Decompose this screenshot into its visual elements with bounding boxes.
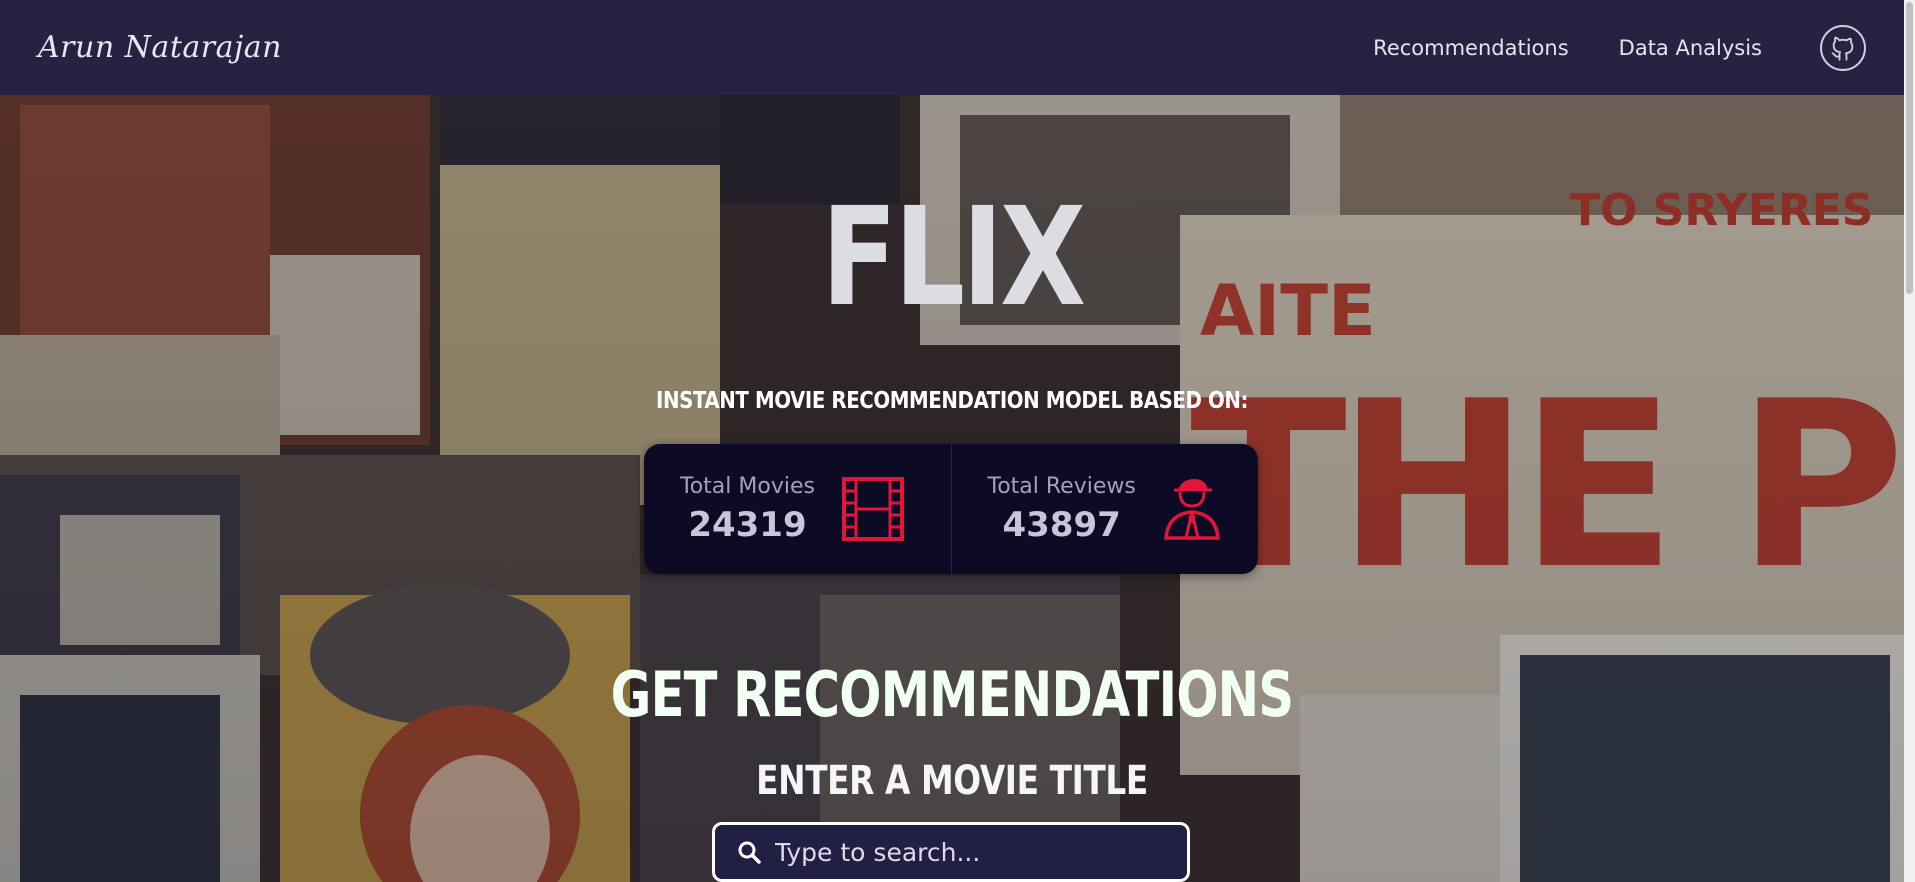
hero-title: FLIX (821, 179, 1086, 337)
stat-value: 24319 (688, 504, 807, 545)
brand-logo[interactable]: Arun Natarajan (38, 30, 282, 65)
nav-link-recommendations[interactable]: Recommendations (1373, 36, 1568, 60)
stat-value: 43897 (1002, 504, 1121, 545)
section-heading: GET RECOMMENDATIONS (610, 658, 1294, 731)
nav-link-data-analysis[interactable]: Data Analysis (1619, 36, 1762, 60)
stat-text: Total Reviews 43897 (988, 474, 1136, 545)
search-prompt: ENTER A MOVIE TITLE (756, 758, 1148, 804)
github-icon-glyph (1831, 36, 1854, 61)
search-icon (738, 841, 761, 864)
stat-label: Total Reviews (987, 473, 1136, 499)
search-box[interactable] (712, 822, 1190, 882)
hero-subtitle: INSTANT MOVIE RECOMMENDATION MODEL BASED… (656, 388, 1248, 414)
stat-total-reviews: Total Reviews 43897 (950, 444, 1259, 574)
film-icon (841, 477, 904, 541)
navbar: Arun Natarajan Recommendations Data Anal… (0, 0, 1904, 95)
stats-card: Total Movies 24319 Total Reviews 43897 (644, 444, 1258, 574)
scrollbar-thumb[interactable] (1906, 2, 1913, 294)
stat-total-movies: Total Movies 24319 (644, 444, 951, 574)
hero-section: TO SRYERES AITE THE PUZE FLIX INSTANT MO… (0, 95, 1904, 882)
search-input[interactable] (775, 837, 1155, 867)
nav-links: Recommendations Data Analysis (1373, 24, 1866, 71)
page-scrollbar[interactable] (1904, 0, 1915, 882)
stat-text: Total Movies 24319 (680, 474, 815, 545)
stat-label: Total Movies (680, 473, 815, 499)
reviewer-icon (1163, 479, 1220, 540)
hero-content: FLIX INSTANT MOVIE RECOMMENDATION MODEL … (0, 95, 1904, 882)
github-icon[interactable] (1820, 24, 1866, 71)
